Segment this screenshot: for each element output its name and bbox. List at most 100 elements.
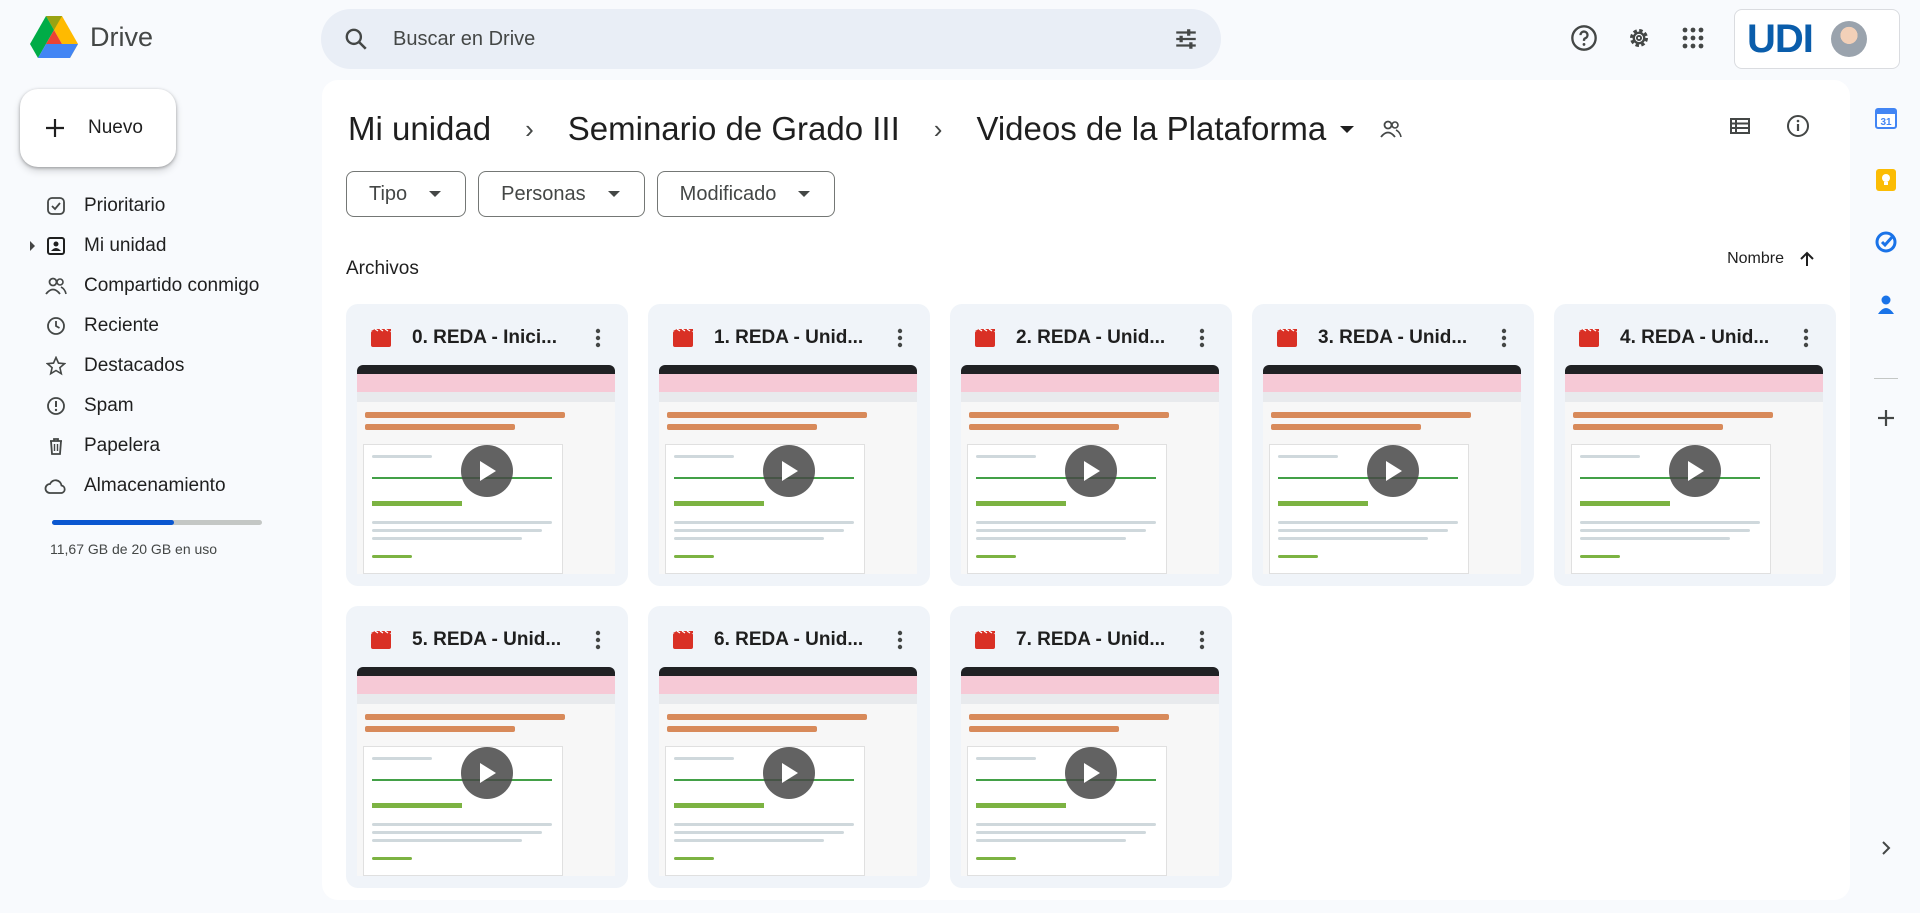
my-drive-icon [44, 234, 68, 258]
drive-logo[interactable]: Drive [30, 16, 153, 58]
video-thumbnail[interactable] [357, 365, 615, 574]
info-icon[interactable] [1786, 114, 1810, 138]
play-icon[interactable] [763, 445, 815, 497]
sidebar-item-trash[interactable]: Papelera [0, 426, 300, 466]
sort-label[interactable]: Nombre [1727, 250, 1784, 268]
organization-logo: UDI [1747, 16, 1814, 61]
more-options-icon[interactable] [1190, 328, 1214, 348]
file-name[interactable]: 0. REDA - Inici... [412, 327, 586, 349]
play-icon[interactable] [1065, 747, 1117, 799]
filter-label: Modificado [679, 182, 777, 205]
breadcrumb-item[interactable]: Mi unidad [348, 110, 491, 148]
sidebar-item-label: Destacados [84, 355, 185, 376]
more-options-icon[interactable] [1492, 328, 1516, 348]
search-icon[interactable] [343, 26, 369, 52]
play-icon[interactable] [461, 445, 513, 497]
file-card-header: 2. REDA - Unid... [974, 320, 1214, 356]
file-card-header: 1. REDA - Unid... [672, 320, 912, 356]
cloud-icon [44, 474, 68, 498]
plus-icon [46, 119, 64, 137]
play-icon[interactable] [1367, 445, 1419, 497]
video-thumbnail[interactable] [1565, 365, 1823, 574]
sidebar-item-recent[interactable]: Reciente [0, 306, 300, 346]
sort-control[interactable]: Nombre [1727, 250, 1816, 268]
more-options-icon[interactable] [1190, 630, 1214, 650]
file-name[interactable]: 6. REDA - Unid... [714, 629, 888, 651]
account-button[interactable]: UDI [1734, 9, 1900, 69]
video-thumbnail[interactable] [659, 365, 917, 574]
file-card[interactable]: 6. REDA - Unid... [648, 606, 930, 888]
sidebar-item-label: Papelera [84, 435, 161, 456]
tasks-icon[interactable] [1864, 220, 1908, 264]
breadcrumb-current-folder[interactable]: Videos de la Plataforma [976, 110, 1326, 148]
video-file-icon [974, 328, 996, 348]
file-name[interactable]: 4. REDA - Unid... [1620, 327, 1794, 349]
folder-menu-dropdown-icon[interactable] [1340, 125, 1355, 133]
section-title: Archivos [346, 258, 419, 279]
expand-arrow-icon[interactable] [30, 241, 35, 251]
file-card[interactable]: 1. REDA - Unid... [648, 304, 930, 586]
file-card[interactable]: 2. REDA - Unid... [950, 304, 1232, 586]
video-thumbnail[interactable] [961, 365, 1219, 574]
more-options-icon[interactable] [586, 328, 610, 348]
file-card[interactable]: 5. REDA - Unid... [346, 606, 628, 888]
settings-gear-icon[interactable] [1621, 20, 1657, 56]
file-name[interactable]: 5. REDA - Unid... [412, 629, 586, 651]
sidebar-item-starred[interactable]: Destacados [0, 346, 300, 386]
chevron-right-icon[interactable] [1864, 826, 1908, 870]
shared-icon [44, 274, 68, 298]
help-icon[interactable] [1566, 20, 1602, 56]
video-thumbnail[interactable] [1263, 365, 1521, 574]
sidebar-item-priority[interactable]: Prioritario [0, 186, 300, 226]
file-card[interactable]: 3. REDA - Unid... [1252, 304, 1534, 586]
file-name[interactable]: 1. REDA - Unid... [714, 327, 888, 349]
search-options-icon[interactable] [1173, 26, 1199, 52]
video-file-icon [370, 630, 392, 650]
file-name[interactable]: 3. REDA - Unid... [1318, 327, 1492, 349]
sidebar-item-spam[interactable]: Spam [0, 386, 300, 426]
more-options-icon[interactable] [586, 630, 610, 650]
file-card[interactable]: 4. REDA - Unid... [1554, 304, 1836, 586]
rail-divider [1874, 378, 1898, 379]
filter-modified[interactable]: Modificado [656, 171, 836, 217]
list-view-icon[interactable] [1728, 114, 1752, 138]
arrow-up-icon[interactable] [1798, 250, 1816, 268]
priority-icon [44, 194, 68, 218]
filter-type[interactable]: Tipo [346, 171, 467, 217]
file-card[interactable]: 7. REDA - Unid... [950, 606, 1232, 888]
file-card-header: 6. REDA - Unid... [672, 622, 912, 658]
sidebar-item-storage[interactable]: Almacenamiento [0, 466, 300, 506]
sidebar-item-label: Almacenamiento [84, 475, 226, 496]
file-card[interactable]: 0. REDA - Inici... [346, 304, 628, 586]
filter-people[interactable]: Personas [478, 171, 645, 217]
sidebar-item-shared[interactable]: Compartido conmigo [0, 266, 300, 306]
contacts-icon[interactable] [1864, 282, 1908, 326]
file-card-header: 7. REDA - Unid... [974, 622, 1214, 658]
play-icon[interactable] [1065, 445, 1117, 497]
play-icon[interactable] [1669, 445, 1721, 497]
play-icon[interactable] [461, 747, 513, 799]
file-card-header: 3. REDA - Unid... [1276, 320, 1516, 356]
keep-icon[interactable] [1864, 158, 1908, 202]
video-thumbnail[interactable] [357, 667, 615, 876]
file-name[interactable]: 7. REDA - Unid... [1016, 629, 1190, 651]
more-options-icon[interactable] [888, 630, 912, 650]
video-thumbnail[interactable] [659, 667, 917, 876]
play-icon[interactable] [763, 747, 815, 799]
file-name[interactable]: 2. REDA - Unid... [1016, 327, 1190, 349]
search-bar[interactable]: Buscar en Drive [321, 9, 1221, 69]
more-options-icon[interactable] [1794, 328, 1818, 348]
sidebar-item-label: Mi unidad [84, 235, 167, 256]
video-thumbnail[interactable] [961, 667, 1219, 876]
new-button[interactable]: Nuevo [20, 89, 176, 167]
more-options-icon[interactable] [888, 328, 912, 348]
breadcrumb-item[interactable]: Seminario de Grado III [568, 110, 900, 148]
shared-folder-icon[interactable] [1380, 119, 1403, 139]
avatar[interactable] [1830, 21, 1867, 57]
sidebar-item-my-drive[interactable]: Mi unidad [0, 226, 300, 266]
calendar-icon[interactable]: 31 [1864, 96, 1908, 140]
storage-usage-text: 11,67 GB de 20 GB en uso [50, 541, 218, 557]
apps-grid-icon[interactable] [1675, 20, 1711, 56]
add-addon-icon[interactable] [1864, 396, 1908, 440]
search-input[interactable]: Buscar en Drive [393, 28, 1173, 51]
